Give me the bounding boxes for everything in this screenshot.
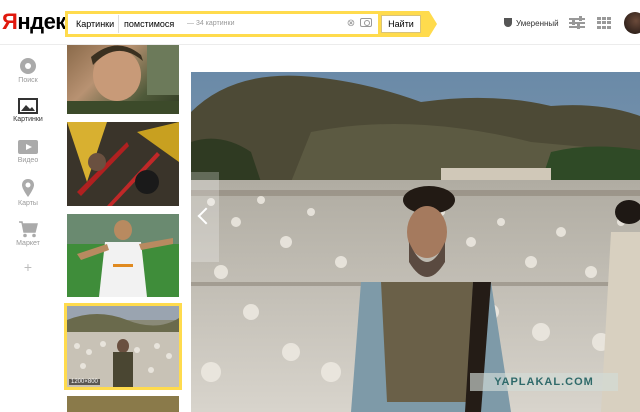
nav-label: Карты [18,200,38,207]
nav-item-images[interactable]: Картинки [0,98,56,123]
previous-image-button[interactable] [191,172,219,262]
thumbnail-4-selected[interactable]: 1200×800 [64,303,182,390]
thumbnail-image [67,306,179,387]
results-count: — 34 картинки [187,20,235,27]
plus-icon: + [23,259,33,275]
main-image [191,72,640,412]
cart-icon [19,221,38,238]
settings-sliders-icon[interactable] [569,16,585,30]
nav-label: Картинки [13,116,43,123]
image-dimensions: 1200×800 [69,379,100,385]
thumbnail-2[interactable] [67,122,179,206]
thumbnail-image [67,214,179,297]
service-nav: Поиск Картинки Видео Карты Маркет + [0,45,56,412]
nav-label: Видео [17,157,39,164]
safe-search-filter[interactable]: Умеренный [504,17,559,31]
map-pin-icon [22,179,34,197]
safe-search-label: Умеренный [516,19,559,28]
camera-icon[interactable] [360,18,372,27]
thumbnail-image [67,45,179,114]
apps-grid-icon[interactable] [597,17,612,29]
nav-label: Маркет [16,240,40,247]
thumbnail-strip: 1200×800 [64,45,184,412]
watermark: YAPLAKAL.COM [470,373,618,391]
nav-item-more[interactable]: + [0,259,56,275]
nav-label: Поиск [18,77,38,84]
top-header: Яндекс Картинки помстимося — 34 картинки… [0,0,640,45]
video-play-icon [18,140,38,154]
nav-item-video[interactable]: Видео [0,139,56,164]
main-image-viewer[interactable] [191,72,640,412]
thumbnail-image [67,122,179,206]
picture-icon [18,98,38,114]
search-bar-arrow [429,11,437,37]
search-service-chip[interactable]: Картинки [72,15,120,33]
search-query-text[interactable]: помстимося [124,15,174,33]
thumbnail-3[interactable] [67,214,179,297]
search-circle-icon [20,58,36,74]
nav-item-market[interactable]: Маркет [0,220,56,247]
nav-item-maps[interactable]: Карты [0,178,56,207]
shield-icon [504,18,512,27]
nav-item-search[interactable]: Поиск [0,57,56,84]
thumbnail-1[interactable] [67,45,179,114]
avatar[interactable] [624,12,640,34]
logo-letter: Я [2,9,18,34]
clear-icon[interactable]: ⊗ [344,16,358,32]
thumbnail-5[interactable] [67,396,179,412]
find-button[interactable]: Найти [381,15,421,33]
